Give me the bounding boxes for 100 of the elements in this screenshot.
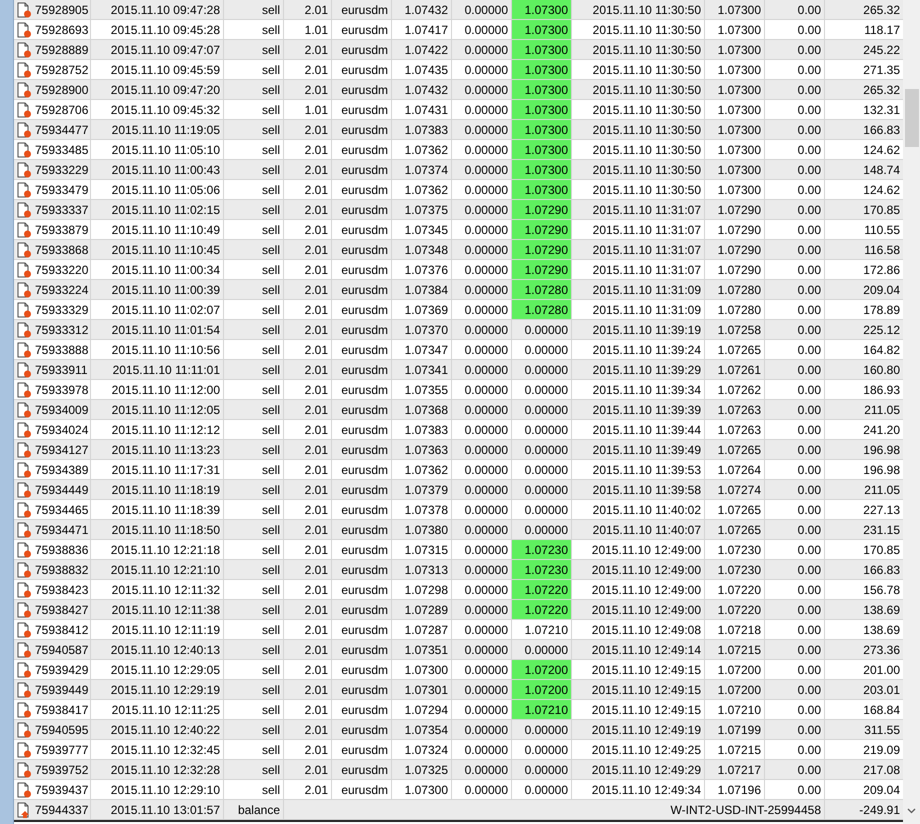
table-row[interactable]: 75938427 2015.11.10 12:11:38 sell 2.01 eurusdm 1.07289 0.00000 1.07220 2015.11.10 12:49:00 1.07220 0.00 138.69 [14, 600, 903, 620]
table-row[interactable]: 75934024 2015.11.10 11:12:12 sell 2.01 eurusdm 1.07383 0.00000 0.00000 2015.11.10 11:39:44 1.07263 0.00 241.20 [14, 420, 903, 440]
table-row[interactable]: 75938417 2015.11.10 12:11:25 sell 2.01 eurusdm 1.07294 0.00000 1.07210 2015.11.10 12:49:15 1.07210 0.00 168.84 [14, 700, 903, 720]
table-cell: 0.00000 [452, 340, 512, 359]
order-document-icon [16, 222, 32, 238]
table-cell: 2015.11.10 11:31:07 [572, 240, 705, 259]
table-row[interactable]: 75928889 2015.11.10 09:47:07 sell 2.01 eurusdm 1.07422 0.00000 1.07300 2015.11.10 11:30:50 1.07300 0.00 245.22 [14, 40, 903, 60]
table-row[interactable]: 75933978 2015.11.10 11:12:00 sell 2.01 eurusdm 1.07355 0.00000 0.00000 2015.11.10 11:39:34 1.07262 0.00 186.93 [14, 380, 903, 400]
table-cell: 0.00000 [452, 380, 512, 399]
table-row[interactable]: 75933485 2015.11.10 11:05:10 sell 2.01 eurusdm 1.07362 0.00000 1.07300 2015.11.10 11:30:50 1.07300 0.00 124.62 [14, 140, 903, 160]
table-row[interactable]: 75928693 2015.11.10 09:45:28 sell 1.01 eurusdm 1.07417 0.00000 1.07300 2015.11.10 11:30:50 1.07300 0.00 118.17 [14, 20, 903, 40]
table-cell: 0.00000 [512, 440, 572, 459]
table-row[interactable]: 75933337 2015.11.10 11:02:15 sell 2.01 eurusdm 1.07375 0.00000 1.07290 2015.11.10 11:31:07 1.07290 0.00 170.85 [14, 200, 903, 220]
table-cell: 0.00 [765, 700, 825, 719]
table-row[interactable]: 75933479 2015.11.10 11:05:06 sell 2.01 eurusdm 1.07362 0.00000 1.07300 2015.11.10 11:30:50 1.07300 0.00 124.62 [14, 180, 903, 200]
table-cell: 1.07298 [392, 580, 452, 599]
table-row[interactable]: 75928905 2015.11.10 09:47:28 sell 2.01 eurusdm 1.07432 0.00000 1.07300 2015.11.10 11:30:50 1.07300 0.00 265.32 [14, 0, 903, 20]
table-cell: 0.00 [765, 340, 825, 359]
table-cell: 1.07262 [705, 380, 765, 399]
table-cell: sell [224, 440, 284, 459]
table-row[interactable]: 75933879 2015.11.10 11:10:49 sell 2.01 eurusdm 1.07345 0.00000 1.07290 2015.11.10 11:31:07 1.07290 0.00 110.55 [14, 220, 903, 240]
table-row[interactable]: 75938832 2015.11.10 12:21:10 sell 2.01 eurusdm 1.07313 0.00000 1.07230 2015.11.10 12:49:00 1.07230 0.00 166.83 [14, 560, 903, 580]
table-row[interactable]: 75933229 2015.11.10 11:00:43 sell 2.01 eurusdm 1.07374 0.00000 1.07300 2015.11.10 11:30:50 1.07300 0.00 148.74 [14, 160, 903, 180]
table-cell-text: 186.93 [862, 382, 901, 398]
table-row[interactable]: 75934465 2015.11.10 11:18:39 sell 2.01 eurusdm 1.07378 0.00000 0.00000 2015.11.10 11:40:02 1.07265 0.00 227.13 [14, 500, 903, 520]
table-cell: 1.07300 [512, 100, 572, 119]
scrollbar-thumb[interactable] [904, 89, 918, 147]
table-cell: 2.01 [284, 700, 332, 719]
table-row[interactable]: 75933888 2015.11.10 11:10:56 sell 2.01 eurusdm 1.07347 0.00000 0.00000 2015.11.10 11:39:24 1.07265 0.00 164.82 [14, 340, 903, 360]
table-cell: 1.07215 [705, 740, 765, 759]
table-cell: 0.00 [765, 680, 825, 699]
table-row[interactable]: 75939777 2015.11.10 12:32:45 sell 2.01 eurusdm 1.07324 0.00000 0.00000 2015.11.10 12:49:25 1.07215 0.00 219.09 [14, 740, 903, 760]
table-row[interactable]: 75944337 2015.11.10 13:01:57 balance W-INT2-USD-INT-25994458 -249.91 [14, 800, 903, 820]
table-cell: 1.01 [284, 20, 332, 39]
ticket-number: 75938427 [35, 602, 88, 616]
table-cell-text: 201.00 [862, 662, 901, 678]
table-cell: 2.01 [284, 520, 332, 539]
table-cell: 1.07265 [705, 520, 765, 539]
table-row[interactable]: 75939437 2015.11.10 12:29:10 sell 2.01 eurusdm 1.07300 0.00000 0.00000 2015.11.10 12:49:34 1.07196 0.00 209.04 [14, 780, 903, 800]
vertical-scrollbar[interactable] [903, 0, 920, 824]
table-row[interactable]: 75939752 2015.11.10 12:32:28 sell 2.01 eurusdm 1.07325 0.00000 0.00000 2015.11.10 12:49:29 1.07217 0.00 217.08 [14, 760, 903, 780]
table-cell: 2015.11.10 11:00:39 [91, 280, 224, 299]
table-cell: 1.07300 [512, 140, 572, 159]
table-cell: 1.07199 [705, 720, 765, 739]
table-cell: 2015.11.10 12:32:45 [91, 740, 224, 759]
table-cell: 1.07301 [392, 680, 452, 699]
table-row[interactable]: 75934449 2015.11.10 11:18:19 sell 2.01 eurusdm 1.07379 0.00000 0.00000 2015.11.10 11:39:58 1.07274 0.00 211.05 [14, 480, 903, 500]
table-cell: 1.07280 [705, 280, 765, 299]
table-cell: eurusdm [332, 640, 392, 659]
table-cell: 1.07368 [392, 400, 452, 419]
table-row[interactable]: 75928900 2015.11.10 09:47:20 sell 2.01 eurusdm 1.07432 0.00000 1.07300 2015.11.10 11:30:50 1.07300 0.00 265.32 [14, 80, 903, 100]
table-row[interactable]: 75928706 2015.11.10 09:45:32 sell 1.01 eurusdm 1.07431 0.00000 1.07300 2015.11.10 11:30:50 1.07300 0.00 132.31 [14, 100, 903, 120]
ticket-number: 75939752 [35, 762, 88, 776]
table-row[interactable]: 75934471 2015.11.10 11:18:50 sell 2.01 eurusdm 1.07380 0.00000 0.00000 2015.11.10 11:40:07 1.07265 0.00 231.15 [14, 520, 903, 540]
table-row[interactable]: 75939449 2015.11.10 12:29:19 sell 2.01 eurusdm 1.07301 0.00000 1.07200 2015.11.10 12:49:15 1.07200 0.00 203.01 [14, 680, 903, 700]
table-cell-text: 209.04 [862, 282, 901, 298]
table-cell: 1.07300 [512, 0, 572, 19]
table-row[interactable]: 75928752 2015.11.10 09:45:59 sell 2.01 eurusdm 1.07435 0.00000 1.07300 2015.11.10 11:30:50 1.07300 0.00 271.35 [14, 60, 903, 80]
order-document-icon [16, 682, 32, 698]
table-row[interactable]: 75939429 2015.11.10 12:29:05 sell 2.01 eurusdm 1.07300 0.00000 1.07200 2015.11.10 12:49:15 1.07200 0.00 201.00 [14, 660, 903, 680]
table-row[interactable]: 75940587 2015.11.10 12:40:13 sell 2.01 eurusdm 1.07351 0.00000 0.00000 2015.11.10 12:49:14 1.07215 0.00 273.36 [14, 640, 903, 660]
table-row[interactable]: 75934127 2015.11.10 11:13:23 sell 2.01 eurusdm 1.07363 0.00000 0.00000 2015.11.10 11:39:49 1.07265 0.00 196.98 [14, 440, 903, 460]
ticket-number: 75933329 [35, 302, 88, 316]
table-row[interactable]: 75934009 2015.11.10 11:12:05 sell 2.01 eurusdm 1.07368 0.00000 0.00000 2015.11.10 11:39:39 1.07263 0.00 211.05 [14, 400, 903, 420]
table-row[interactable]: 75933911 2015.11.10 11:11:01 sell 2.01 eurusdm 1.07341 0.00000 0.00000 2015.11.10 11:39:29 1.07261 0.00 160.80 [14, 360, 903, 380]
table-cell: 2015.11.10 11:39:44 [572, 420, 705, 439]
ticket-number: 75933224 [35, 282, 88, 296]
table-cell: 2015.11.10 12:21:18 [91, 540, 224, 559]
table-row[interactable]: 75933220 2015.11.10 11:00:34 sell 2.01 eurusdm 1.07376 0.00000 1.07290 2015.11.10 11:31:07 1.07290 0.00 172.86 [14, 260, 903, 280]
table-cell: 0.00 [765, 320, 825, 339]
table-cell: 2.01 [284, 120, 332, 139]
ticket-number: 75928905 [35, 2, 88, 16]
table-cell: eurusdm [332, 80, 392, 99]
table-cell: 0.00 [765, 600, 825, 619]
table-row[interactable]: 75938836 2015.11.10 12:21:18 sell 2.01 eurusdm 1.07315 0.00000 1.07230 2015.11.10 12:49:00 1.07230 0.00 170.85 [14, 540, 903, 560]
table-cell: 0.00 [765, 220, 825, 239]
table-cell: 1.07289 [392, 600, 452, 619]
table-cell: balance [224, 800, 284, 819]
table-row[interactable]: 75933868 2015.11.10 11:10:45 sell 2.01 eurusdm 1.07348 0.00000 1.07290 2015.11.10 11:31:07 1.07290 0.00 116.58 [14, 240, 903, 260]
table-row[interactable]: 75934477 2015.11.10 11:19:05 sell 2.01 eurusdm 1.07383 0.00000 1.07300 2015.11.10 11:30:50 1.07300 0.00 166.83 [14, 120, 903, 140]
table-row[interactable]: 75933312 2015.11.10 11:01:54 sell 2.01 eurusdm 1.07370 0.00000 0.00000 2015.11.10 11:39:19 1.07258 0.00 225.12 [14, 320, 903, 340]
table-row[interactable]: 75933329 2015.11.10 11:02:07 sell 2.01 eurusdm 1.07369 0.00000 1.07280 2015.11.10 11:31:09 1.07280 0.00 178.89 [14, 300, 903, 320]
scroll-down-icon[interactable] [907, 808, 916, 814]
table-row[interactable]: 75938412 2015.11.10 12:11:19 sell 2.01 eurusdm 1.07287 0.00000 1.07210 2015.11.10 12:49:08 1.07218 0.00 138.69 [14, 620, 903, 640]
table-cell-text: 219.09 [862, 742, 901, 758]
table-row[interactable]: 75938423 2015.11.10 12:11:32 sell 2.01 eurusdm 1.07298 0.00000 1.07220 2015.11.10 12:49:00 1.07220 0.00 156.78 [14, 580, 903, 600]
table-cell: eurusdm [332, 480, 392, 499]
table-cell: 2015.11.10 11:12:00 [91, 380, 224, 399]
table-row[interactable]: 75933224 2015.11.10 11:00:39 sell 2.01 eurusdm 1.07384 0.00000 1.07280 2015.11.10 11:31:09 1.07280 0.00 209.04 [14, 280, 903, 300]
table-cell-text: 148.74 [862, 162, 901, 178]
table-cell: 0.00000 [512, 320, 572, 339]
table-cell: 0.00 [765, 780, 825, 799]
table-row[interactable]: 75934389 2015.11.10 11:17:31 sell 2.01 eurusdm 1.07362 0.00000 0.00000 2015.11.10 11:39:53 1.07264 0.00 196.98 [14, 460, 903, 480]
table-cell: eurusdm [332, 500, 392, 519]
table-cell: 1.07300 [705, 160, 765, 179]
table-cell: 2.01 [284, 360, 332, 379]
table-cell: 0.00 [765, 40, 825, 59]
table-cell: 1.07384 [392, 280, 452, 299]
table-row[interactable]: 75940595 2015.11.10 12:40:22 sell 2.01 eurusdm 1.07354 0.00000 0.00000 2015.11.10 12:49:19 1.07199 0.00 311.55 [14, 720, 903, 740]
table-cell: 0.00 [765, 280, 825, 299]
